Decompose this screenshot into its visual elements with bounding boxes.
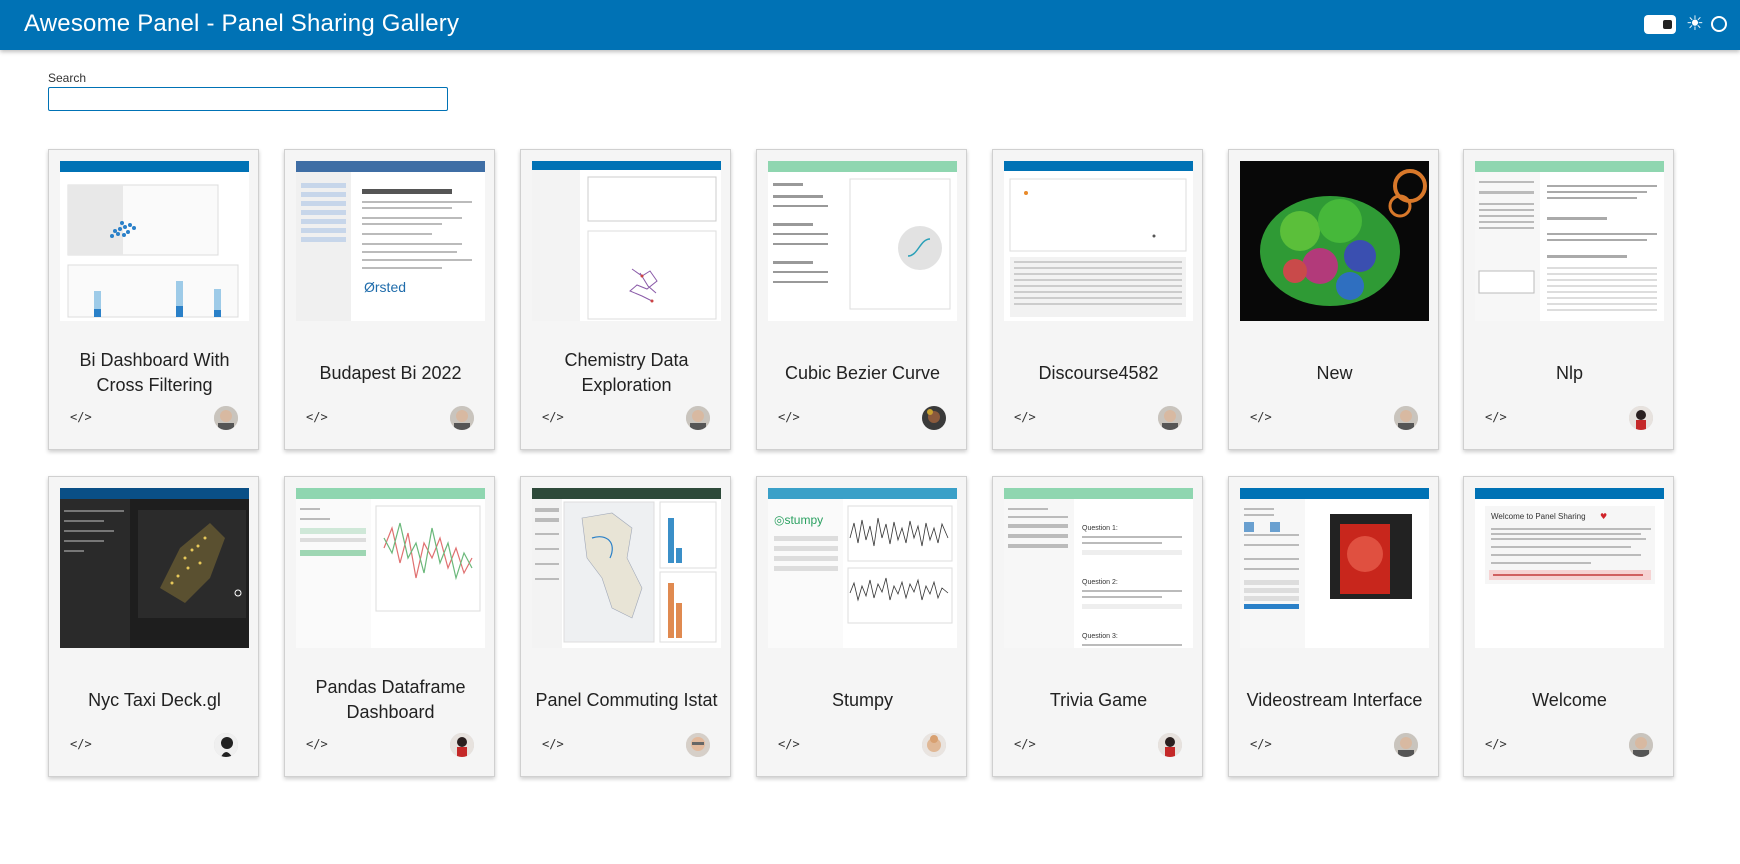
card-title: Pandas Dataframe Dashboard	[315, 677, 466, 722]
avatar[interactable]	[686, 733, 710, 757]
gallery-card-new[interactable]: New </>	[1228, 149, 1439, 450]
gallery-card-trivia-game[interactable]: Question 1: Question 2: Question 3: Triv…	[992, 476, 1203, 777]
code-icon[interactable]: </>	[778, 409, 800, 425]
card-title: Bi Dashboard With Cross Filtering	[79, 350, 230, 395]
gallery-card-pandas-dataframe[interactable]: Pandas Dataframe Dashboard </>	[284, 476, 495, 777]
card-title: Discourse4582	[1038, 363, 1159, 383]
card-title: Stumpy	[831, 690, 894, 710]
card-thumbnail[interactable]	[60, 488, 249, 648]
card-thumbnail[interactable]: ◎stumpy	[768, 488, 957, 648]
search-input[interactable]	[48, 87, 448, 111]
card-thumbnail[interactable]	[768, 161, 957, 321]
card-thumbnail[interactable]: Welcome to Panel Sharing ♥	[1475, 488, 1664, 648]
gallery-card-chemistry[interactable]: Chemistry Data Exploration </>	[520, 149, 731, 450]
card-thumbnail[interactable]	[1475, 161, 1664, 321]
gallery-card-welcome[interactable]: Welcome to Panel Sharing ♥ Welcome </>	[1463, 476, 1674, 777]
card-title: Chemistry Data Exploration	[564, 350, 689, 395]
card-thumbnail[interactable]	[1240, 488, 1429, 648]
card-title: Nyc Taxi Deck.gl	[88, 690, 221, 710]
avatar[interactable]	[1158, 406, 1182, 430]
card-title: Welcome	[1532, 690, 1607, 710]
card-title: Videostream Interface	[1246, 690, 1423, 710]
avatar[interactable]	[1629, 406, 1653, 430]
svg-text:Question 2:: Question 2:	[1082, 579, 1118, 586]
code-icon[interactable]: </>	[1250, 409, 1272, 425]
code-icon[interactable]: </>	[1485, 736, 1507, 752]
card-thumbnail[interactable]: Ørsted	[296, 161, 485, 321]
sun-icon[interactable]: ☀	[1684, 12, 1706, 34]
avatar[interactable]	[214, 733, 238, 757]
card-title: Cubic Bezier Curve	[784, 363, 941, 383]
card-thumbnail[interactable]	[532, 488, 721, 648]
svg-text:◎stumpy: ◎stumpy	[774, 513, 823, 527]
code-icon[interactable]: </>	[1014, 736, 1036, 752]
gallery-card-nyc-taxi[interactable]: Nyc Taxi Deck.gl </>	[48, 476, 259, 777]
svg-text:Welcome to Panel Sharing: Welcome to Panel Sharing	[1491, 512, 1586, 521]
code-icon[interactable]: </>	[306, 409, 328, 425]
avatar[interactable]	[922, 406, 946, 430]
svg-text:Question 1:: Question 1:	[1082, 525, 1118, 532]
avatar[interactable]	[1629, 733, 1653, 757]
card-thumbnail[interactable]	[1240, 161, 1429, 321]
gallery-card-bi-dashboard[interactable]: Bi Dashboard With Cross Filtering </>	[48, 149, 259, 450]
avatar[interactable]	[922, 733, 946, 757]
card-title: Budapest Bi 2022	[319, 363, 462, 383]
code-icon[interactable]: </>	[542, 736, 564, 752]
avatar[interactable]	[1394, 406, 1418, 430]
svg-text:Ørsted: Ørsted	[364, 279, 406, 295]
gallery-card-panel-commuting[interactable]: Panel Commuting Istat </>	[520, 476, 731, 777]
gallery-card-discourse[interactable]: Discourse4582 </>	[992, 149, 1203, 450]
theme-toggle-icon[interactable]	[1644, 15, 1676, 34]
card-thumbnail[interactable]: Question 1: Question 2: Question 3:	[1004, 488, 1193, 648]
card-title: Panel Commuting Istat	[535, 690, 718, 710]
code-icon[interactable]: </>	[306, 736, 328, 752]
card-title: Nlp	[1555, 363, 1583, 383]
gallery-card-nlp[interactable]: Nlp </>	[1463, 149, 1674, 450]
code-icon[interactable]: </>	[1250, 736, 1272, 752]
card-thumbnail[interactable]	[1004, 161, 1193, 321]
code-icon[interactable]: </>	[70, 736, 92, 752]
avatar[interactable]	[450, 406, 474, 430]
code-icon[interactable]: </>	[542, 409, 564, 425]
card-thumbnail[interactable]	[532, 161, 721, 321]
avatar[interactable]	[1158, 733, 1182, 757]
code-icon[interactable]: </>	[778, 736, 800, 752]
circle-indicator-icon	[1711, 16, 1727, 32]
gallery-card-budapest[interactable]: Ørsted Budapest Bi 2022 </>	[284, 149, 495, 450]
avatar[interactable]	[450, 733, 474, 757]
card-title: New	[1316, 363, 1353, 383]
card-thumbnail[interactable]	[296, 488, 485, 648]
code-icon[interactable]: </>	[70, 409, 92, 425]
code-icon[interactable]: </>	[1485, 409, 1507, 425]
card-title: Trivia Game	[1049, 690, 1148, 710]
gallery-card-cubic-bezier[interactable]: Cubic Bezier Curve </>	[756, 149, 967, 450]
page-title: Awesome Panel - Panel Sharing Gallery	[24, 10, 460, 37]
svg-text:Question 3:: Question 3:	[1082, 633, 1118, 640]
gallery-card-stumpy[interactable]: ◎stumpy Stumpy </>	[756, 476, 967, 777]
avatar[interactable]	[214, 406, 238, 430]
app-header: Awesome Panel - Panel Sharing Gallery ☀	[0, 0, 1740, 50]
search-label: Search	[48, 71, 87, 85]
avatar[interactable]	[1394, 733, 1418, 757]
code-icon[interactable]: </>	[1014, 409, 1036, 425]
card-thumbnail[interactable]	[60, 161, 249, 321]
avatar[interactable]	[686, 406, 710, 430]
svg-text:♥: ♥	[1600, 512, 1607, 521]
gallery-card-videostream[interactable]: Videostream Interface </>	[1228, 476, 1439, 777]
